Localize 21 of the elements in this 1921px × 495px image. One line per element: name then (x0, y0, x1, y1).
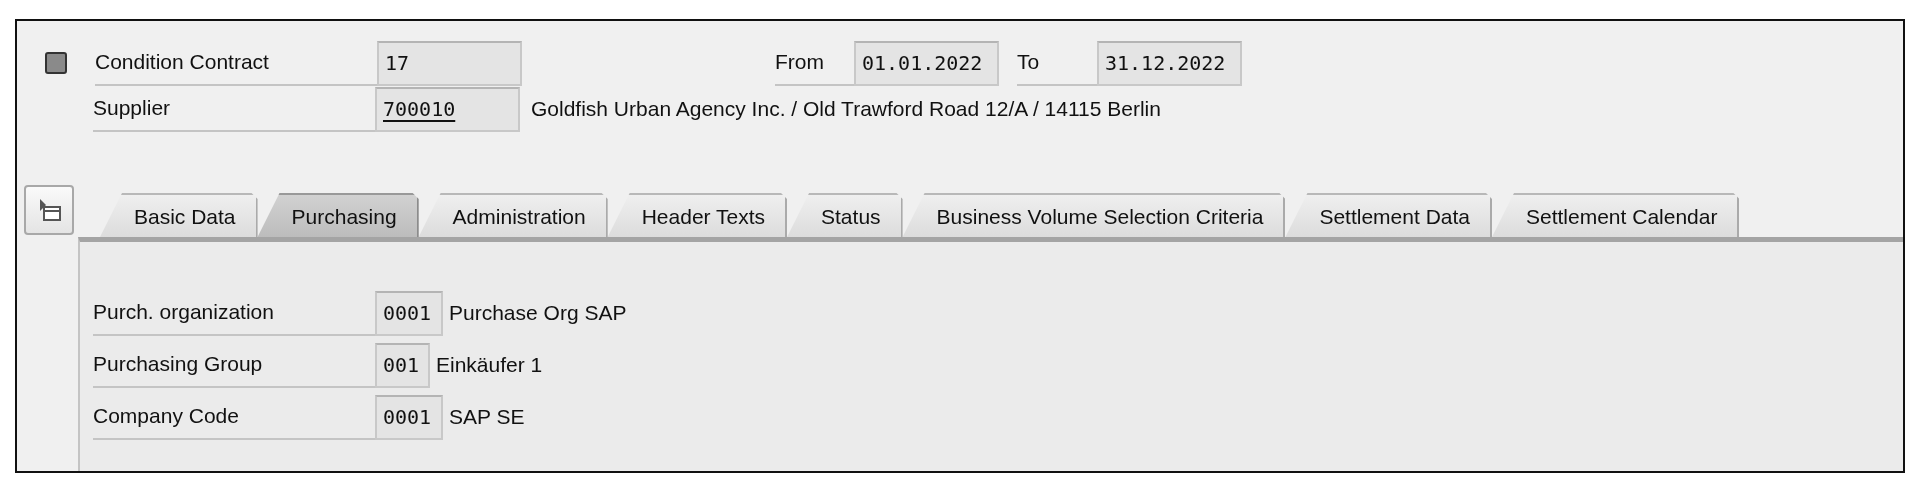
tab[interactable]: Settlement Calendar (1492, 193, 1740, 237)
expand-header-button[interactable] (24, 185, 74, 235)
input-field[interactable]: 700010 (375, 86, 520, 132)
status-icon (45, 52, 67, 74)
tab[interactable]: Settlement Data (1285, 193, 1492, 237)
tab[interactable]: Administration (418, 193, 608, 237)
tab[interactable]: Basic Data (100, 193, 258, 237)
tab[interactable]: Business Volume Selection Criteria (902, 193, 1286, 237)
input-field[interactable]: 17 (377, 40, 522, 86)
field-description: Goldfish Urban Agency Inc. / Old Trawford Road 12/A / 14115 Berlin (531, 97, 1161, 121)
field-description: Purchase Org SAP (449, 301, 627, 325)
field-description: SAP SE (449, 405, 525, 429)
field-description: Einkäufer 1 (436, 353, 543, 377)
tab[interactable]: Status (787, 193, 903, 237)
input-field[interactable]: 001 (375, 342, 430, 388)
tab[interactable]: Purchasing (257, 193, 419, 237)
input-field[interactable]: 31.12.2022 (1097, 40, 1242, 86)
input-field[interactable]: 0001 (375, 394, 443, 440)
input-field[interactable]: 0001 (375, 290, 443, 336)
input-field[interactable]: 01.01.2022 (854, 40, 999, 86)
tab[interactable]: Header Texts (607, 193, 788, 237)
